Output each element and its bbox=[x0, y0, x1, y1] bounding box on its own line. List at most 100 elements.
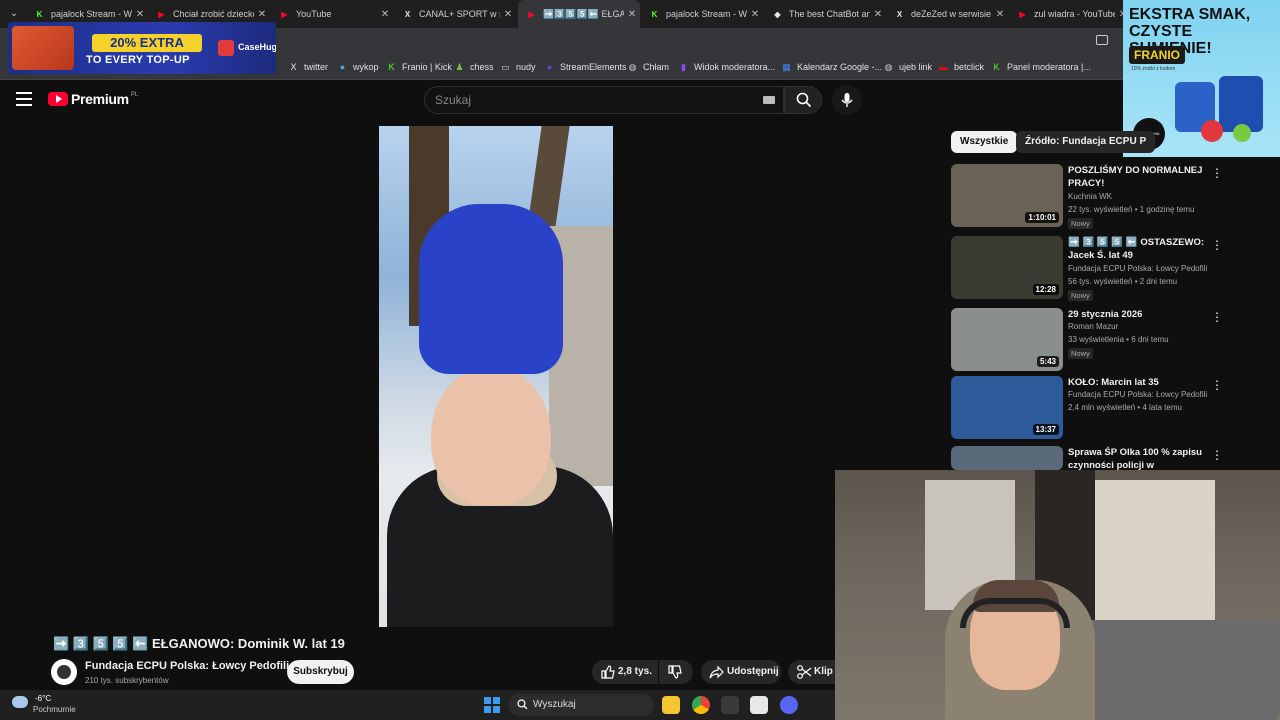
kick-icon: K bbox=[993, 61, 1000, 72]
video-player[interactable] bbox=[379, 126, 613, 627]
tab-title: deZeZed w serwisie X bbox=[911, 9, 992, 19]
recommended-video[interactable]: 5:43 29 stycznia 2026 Roman Mazur 33 wyświe… bbox=[951, 308, 1263, 374]
recommended-meta: 22 tys. wyświetleń • 1 godzinę temu bbox=[1068, 205, 1195, 214]
share-label: Udostępnij bbox=[727, 666, 779, 677]
tab-title: YouTube bbox=[296, 9, 332, 19]
tab-search-chevron-icon[interactable]: ⌄ bbox=[4, 4, 24, 24]
browser-tab[interactable]: X CANAL+ SPORT w se ✕ bbox=[394, 0, 516, 28]
keyboard-icon[interactable] bbox=[763, 96, 775, 104]
recommended-channel[interactable]: Fundacja ECPU Polska: Łowcy Pedofili bbox=[1068, 390, 1207, 399]
browser-tab[interactable]: ▶ ➡️3️⃣5️⃣5️⃣⬅️ EŁGANO✕ bbox=[518, 0, 640, 28]
more-options-icon[interactable]: ⋮ bbox=[1211, 166, 1223, 180]
bookmark-item[interactable]: ● wykop bbox=[337, 59, 379, 75]
windows-start-icon[interactable] bbox=[484, 697, 500, 713]
recommended-title[interactable]: POSZLIŚMY DO NORMALNEJ PRACY! bbox=[1068, 164, 1208, 190]
browser-tab[interactable]: ▶zul wiadra - YouTube✕ bbox=[1009, 0, 1131, 28]
tab-close-icon[interactable]: ✕ bbox=[992, 9, 1008, 20]
chip-all[interactable]: Wszystkie bbox=[951, 131, 1018, 153]
video-thumbnail[interactable]: 13:37 bbox=[951, 376, 1063, 439]
video-thumbnail[interactable]: 5:43 bbox=[951, 308, 1063, 371]
search-button[interactable] bbox=[784, 86, 822, 114]
bookmark-item[interactable]: ▦ Kalendarz Google -... bbox=[781, 59, 882, 75]
app-icon[interactable] bbox=[721, 696, 739, 714]
cast-icon[interactable] bbox=[1096, 35, 1108, 45]
voice-search-button[interactable] bbox=[832, 85, 862, 115]
globe-icon: ◍ bbox=[884, 61, 893, 72]
recommended-video[interactable]: 1:10:01 POSZLIŚMY DO NORMALNEJ PRACY! Kuch… bbox=[951, 164, 1263, 230]
more-options-icon[interactable]: ⋮ bbox=[1211, 310, 1223, 324]
search-input[interactable] bbox=[435, 93, 735, 107]
subscribe-button[interactable]: Subskrybuj bbox=[287, 660, 354, 684]
tab-close-icon[interactable]: ✕ bbox=[132, 9, 148, 20]
recommended-channel[interactable]: Roman Mazur bbox=[1068, 322, 1118, 331]
chip-source[interactable]: Źródło: Fundacja ECPU P bbox=[1016, 131, 1156, 153]
webcam-scene bbox=[1075, 620, 1280, 720]
browser-tab[interactable]: Kpajalock Stream - W ✕ bbox=[641, 0, 763, 28]
recommended-channel[interactable]: Fundacja ECPU Polska: Łowcy Pedofili bbox=[1068, 264, 1207, 273]
channel-avatar[interactable] bbox=[51, 659, 77, 685]
chrome-icon[interactable] bbox=[692, 696, 710, 714]
search-box[interactable] bbox=[424, 86, 784, 114]
clip-button[interactable]: Klip bbox=[788, 660, 838, 684]
youtube-play-icon bbox=[48, 92, 68, 106]
more-options-icon[interactable]: ⋮ bbox=[1211, 448, 1223, 462]
bookmark-item[interactable]: Xtwitter bbox=[288, 59, 328, 75]
recommended-video[interactable]: 12:28 ➡️ 3️⃣ 5️⃣ 5️⃣ ⬅️ OSTASZEWO: Jacek … bbox=[951, 236, 1263, 302]
video-thumbnail[interactable]: 1:10:01 bbox=[951, 164, 1063, 227]
tab-close-icon[interactable]: ✕ bbox=[747, 9, 763, 20]
weather-description[interactable]: Pochmurnie bbox=[33, 705, 76, 714]
taskbar-search[interactable]: Wyszukaj bbox=[508, 694, 654, 716]
cloud-icon[interactable] bbox=[12, 696, 28, 708]
bookmark-item[interactable]: ▮ Widok moderatora... bbox=[678, 59, 775, 75]
chess-icon: ♟ bbox=[455, 61, 464, 72]
bookmark-item[interactable]: ◍ Chłam bbox=[627, 59, 669, 75]
recommended-title[interactable]: ➡️ 3️⃣ 5️⃣ 5️⃣ ⬅️ OSTASZEWO: Jacek Ś. la… bbox=[1068, 236, 1208, 262]
channel-name[interactable]: Fundacja ECPU Polska: Łowcy Pedofili bbox=[85, 660, 289, 672]
recommended-channel[interactable]: Kuchnia WK bbox=[1068, 192, 1112, 201]
ad-headline: 20% EXTRA bbox=[92, 34, 202, 52]
recommended-video[interactable]: Sprawa ŚP Olka 100 % zapisu czynności po… bbox=[951, 446, 1263, 484]
search-icon bbox=[517, 699, 528, 710]
youtube-premium-logo[interactable]: Premium PL bbox=[48, 91, 138, 107]
casehug-ad-banner[interactable]: 20% EXTRA TO EVERY TOP-UP CaseHug bbox=[8, 22, 276, 74]
tab-close-icon[interactable]: ✕ bbox=[500, 9, 516, 20]
bookmark-item[interactable]: ♟ chess bbox=[454, 59, 494, 75]
bookmark-item[interactable]: ● StreamElements bbox=[544, 59, 627, 75]
recommended-title[interactable]: KOŁO: Marcin lat 35 bbox=[1068, 376, 1208, 389]
tab-favicon-icon: X bbox=[896, 9, 903, 19]
app-icon[interactable] bbox=[750, 696, 768, 714]
more-options-icon[interactable]: ⋮ bbox=[1211, 378, 1223, 392]
more-options-icon[interactable]: ⋮ bbox=[1211, 238, 1223, 252]
video-duration: 5:43 bbox=[1036, 356, 1059, 367]
recommended-title[interactable]: 29 stycznia 2026 bbox=[1068, 308, 1208, 321]
logo-region: PL bbox=[130, 92, 139, 98]
browser-tab[interactable]: ◆ The best ChatBot and ✕ bbox=[764, 0, 886, 28]
tab-close-icon[interactable]: ✕ bbox=[254, 9, 270, 20]
browser-tab[interactable]: ▶ YouTube ✕ bbox=[271, 0, 393, 28]
share-button[interactable]: Udostępnij bbox=[701, 660, 781, 684]
tab-close-icon[interactable]: ✕ bbox=[624, 9, 640, 20]
file-explorer-icon[interactable] bbox=[662, 696, 680, 714]
bookmark-label: chess bbox=[470, 62, 494, 72]
dislike-button[interactable] bbox=[659, 660, 693, 684]
bookmark-item[interactable]: K Franio | Kick bbox=[386, 59, 451, 75]
bookmark-item[interactable]: ▭ nudy bbox=[500, 59, 535, 75]
discord-icon[interactable] bbox=[780, 696, 798, 714]
menu-icon[interactable] bbox=[16, 92, 32, 106]
logo-text: Premium bbox=[71, 91, 129, 107]
bookmark-item[interactable]: K Panel moderatora |... bbox=[991, 59, 1090, 75]
browser-tab[interactable]: XdeZeZed w serwisie X ✕ bbox=[886, 0, 1008, 28]
video-thumbnail[interactable] bbox=[951, 446, 1063, 470]
recommended-meta: 33 wyświetlenia • 6 dni temu bbox=[1068, 335, 1169, 344]
casehug-logo-icon bbox=[218, 40, 234, 56]
like-button[interactable]: 2,8 tys. bbox=[592, 660, 658, 684]
youtube-header: Premium PL bbox=[0, 80, 1280, 120]
bookmark-item[interactable]: ◍ ujeb link bbox=[883, 59, 932, 75]
video-thumbnail[interactable]: 12:28 bbox=[951, 236, 1063, 299]
tab-close-icon[interactable]: ✕ bbox=[377, 9, 393, 20]
headphones-icon bbox=[960, 598, 1070, 628]
recommended-video[interactable]: 13:37 KOŁO: Marcin lat 35 Fundacja ECPU Po… bbox=[951, 376, 1263, 442]
weather-temp[interactable]: -6°C bbox=[35, 694, 51, 703]
tab-close-icon[interactable]: ✕ bbox=[870, 9, 886, 20]
bookmark-item[interactable]: ▬ betclick bbox=[938, 59, 984, 75]
